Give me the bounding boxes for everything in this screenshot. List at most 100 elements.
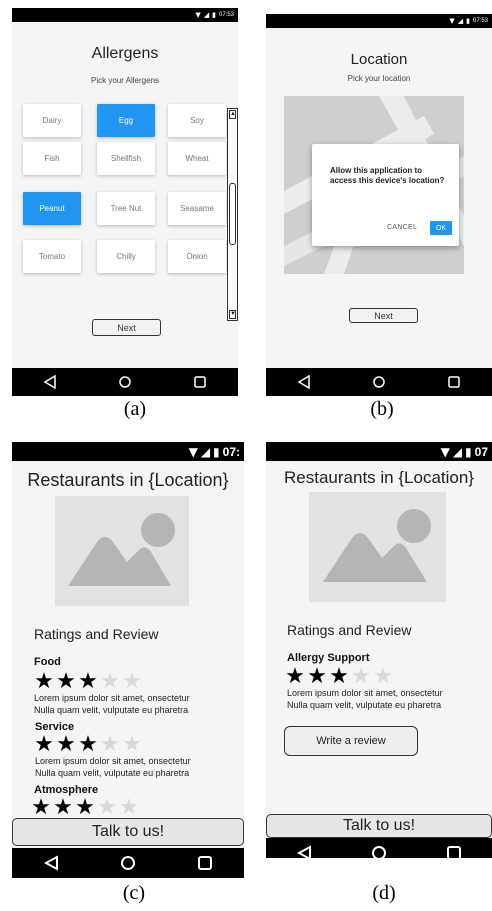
- allergen-peanut[interactable]: Peanut: [23, 192, 81, 225]
- nav-bar: [266, 368, 492, 396]
- star-filled-icon: ★: [53, 795, 73, 820]
- recents-square-icon[interactable]: [197, 855, 213, 871]
- permission-dialog: Allow this application to access this de…: [312, 144, 459, 246]
- home-circle-icon[interactable]: [120, 855, 136, 871]
- status-bar: ▼ ◢ ▮ 07: [266, 442, 492, 461]
- page-subtitle: Pick your Allergens: [90, 76, 160, 85]
- restaurants-allergy-screen: ▼ ◢ ▮ 07 Restaurants in {Location} Ratin…: [266, 442, 492, 878]
- star-filled-icon: ★: [56, 669, 76, 694]
- restaurant-image: [55, 496, 189, 606]
- write-review-button[interactable]: Write a review: [284, 726, 418, 756]
- allergen-tree-nut[interactable]: Tree Nut: [97, 192, 155, 225]
- review-line: Nulla quam velit, vulputate eu pharetra: [287, 700, 442, 710]
- review-text: Lorem ipsum dolor sit amet, onsectetur N…: [34, 692, 244, 716]
- star-rating: ★ ★ ★ ★ ★: [30, 797, 140, 819]
- scroll-up-icon[interactable]: ▲: [229, 110, 236, 119]
- status-bar: ▼ ◢ ▮ 07:53: [266, 14, 492, 28]
- talk-to-us-button[interactable]: Talk to us!: [12, 818, 244, 846]
- allergen-dairy[interactable]: Dairy: [23, 104, 81, 137]
- page-title: Allergens: [91, 45, 159, 62]
- back-triangle-icon[interactable]: [297, 375, 311, 389]
- allergen-soy[interactable]: Soy: [168, 104, 226, 137]
- allergen-tomato[interactable]: Tomato: [23, 240, 81, 273]
- star-rating: ★ ★ ★ ★ ★: [284, 666, 394, 688]
- restaurant-image: [309, 492, 446, 602]
- talk-to-us-button[interactable]: Talk to us!: [266, 814, 492, 838]
- wifi-icon: ▼: [440, 444, 450, 459]
- status-time: 07:53: [218, 12, 234, 18]
- allergen-seasame[interactable]: Seasame: [168, 192, 226, 225]
- star-filled-icon: ★: [31, 795, 51, 820]
- star-empty-icon: ★: [122, 732, 142, 757]
- review-text: Lorem ipsum dolor sit amet, onsectetur N…: [35, 755, 244, 779]
- caption-d: (d): [372, 882, 396, 904]
- battery-icon: ▮: [466, 16, 470, 25]
- status-bar: ▼ ◢ ▮ 07:53: [12, 8, 238, 22]
- home-circle-icon[interactable]: [372, 375, 386, 389]
- review-text: Lorem ipsum dolor sit amet, onsectetur N…: [287, 687, 492, 711]
- status-time: 07: [474, 444, 488, 459]
- back-triangle-icon[interactable]: [43, 855, 59, 871]
- next-button[interactable]: Next: [92, 319, 161, 336]
- allergen-wheat[interactable]: Wheat: [168, 142, 226, 175]
- page-title: Restaurants in {Location}: [27, 470, 229, 490]
- battery-icon: ▮: [465, 444, 472, 459]
- allergen-egg[interactable]: Egg: [97, 104, 155, 137]
- allergen-fish[interactable]: Fish: [23, 142, 81, 175]
- star-empty-icon: ★: [351, 664, 371, 689]
- star-filled-icon: ★: [307, 664, 327, 689]
- review-line: Lorem ipsum dolor sit amet, onsectetur: [287, 688, 443, 698]
- ok-button[interactable]: OK: [430, 221, 452, 235]
- location-screen: ▼ ◢ ▮ 07:53 Location Pick your location …: [266, 14, 492, 396]
- allergen-shellfish[interactable]: Shellfish: [97, 142, 155, 175]
- back-triangle-icon[interactable]: [43, 375, 57, 389]
- star-filled-icon: ★: [78, 732, 98, 757]
- review-line: Nulla quam velit, vulputate eu pharetra: [34, 705, 189, 715]
- caption-c: (c): [122, 882, 146, 904]
- cancel-button[interactable]: CANCEL: [387, 224, 417, 231]
- star-rating: ★ ★ ★ ★ ★: [33, 671, 143, 693]
- page-subtitle: Pick your location: [347, 74, 411, 83]
- star-filled-icon: ★: [56, 732, 76, 757]
- review-line: Lorem ipsum dolor sit amet, onsectetur: [34, 693, 190, 703]
- allergen-chilly[interactable]: Chilly: [97, 240, 155, 273]
- wifi-icon: ▼: [188, 444, 198, 459]
- star-filled-icon: ★: [34, 732, 54, 757]
- scroll-thumb[interactable]: [229, 183, 236, 245]
- next-button[interactable]: Next: [349, 308, 418, 323]
- star-empty-icon: ★: [122, 669, 142, 694]
- status-time: 07:53: [472, 18, 488, 24]
- recents-square-icon[interactable]: [447, 375, 461, 389]
- signal-icon: ◢: [200, 444, 211, 459]
- allergens-screen: ▼ ◢ ▮ 07:53 Allergens Pick your Allergen…: [12, 8, 238, 396]
- nav-bar: [12, 368, 238, 396]
- allergen-onion[interactable]: Onion: [168, 240, 226, 273]
- star-empty-icon: ★: [97, 795, 117, 820]
- nav-bar: [12, 848, 244, 878]
- scroll-down-icon[interactable]: ▼: [229, 310, 236, 319]
- page-title: Restaurants in {Location}: [284, 468, 474, 487]
- scrollbar[interactable]: ▲ ▼: [227, 108, 238, 321]
- category-food: Food: [34, 656, 61, 668]
- signal-icon: ◢: [457, 16, 464, 25]
- image-placeholder-icon: [323, 509, 431, 582]
- image-placeholder-icon: [68, 513, 175, 586]
- review-line: Lorem ipsum dolor sit amet, onsectetur: [35, 756, 191, 766]
- star-rating: ★ ★ ★ ★ ★: [33, 734, 143, 756]
- home-circle-icon[interactable]: [118, 375, 132, 389]
- wifi-icon: ▼: [195, 10, 201, 19]
- star-empty-icon: ★: [373, 664, 393, 689]
- star-filled-icon: ★: [78, 669, 98, 694]
- star-empty-icon: ★: [100, 732, 120, 757]
- star-filled-icon: ★: [329, 664, 349, 689]
- status-bar: ▼ ◢ ▮ 07:: [12, 442, 244, 461]
- dialog-message: Allow this application to access this de…: [330, 166, 445, 185]
- signal-icon: ◢: [203, 10, 210, 19]
- page-title: Location: [350, 51, 408, 68]
- recents-square-icon[interactable]: [193, 375, 207, 389]
- caption-b: (b): [370, 398, 394, 420]
- star-filled-icon: ★: [34, 669, 54, 694]
- ratings-heading: Ratings and Review: [34, 626, 159, 642]
- review-line: Nulla quam velit, vulputate eu pharetra: [35, 768, 190, 778]
- category-allergy-support: Allergy Support: [287, 652, 370, 664]
